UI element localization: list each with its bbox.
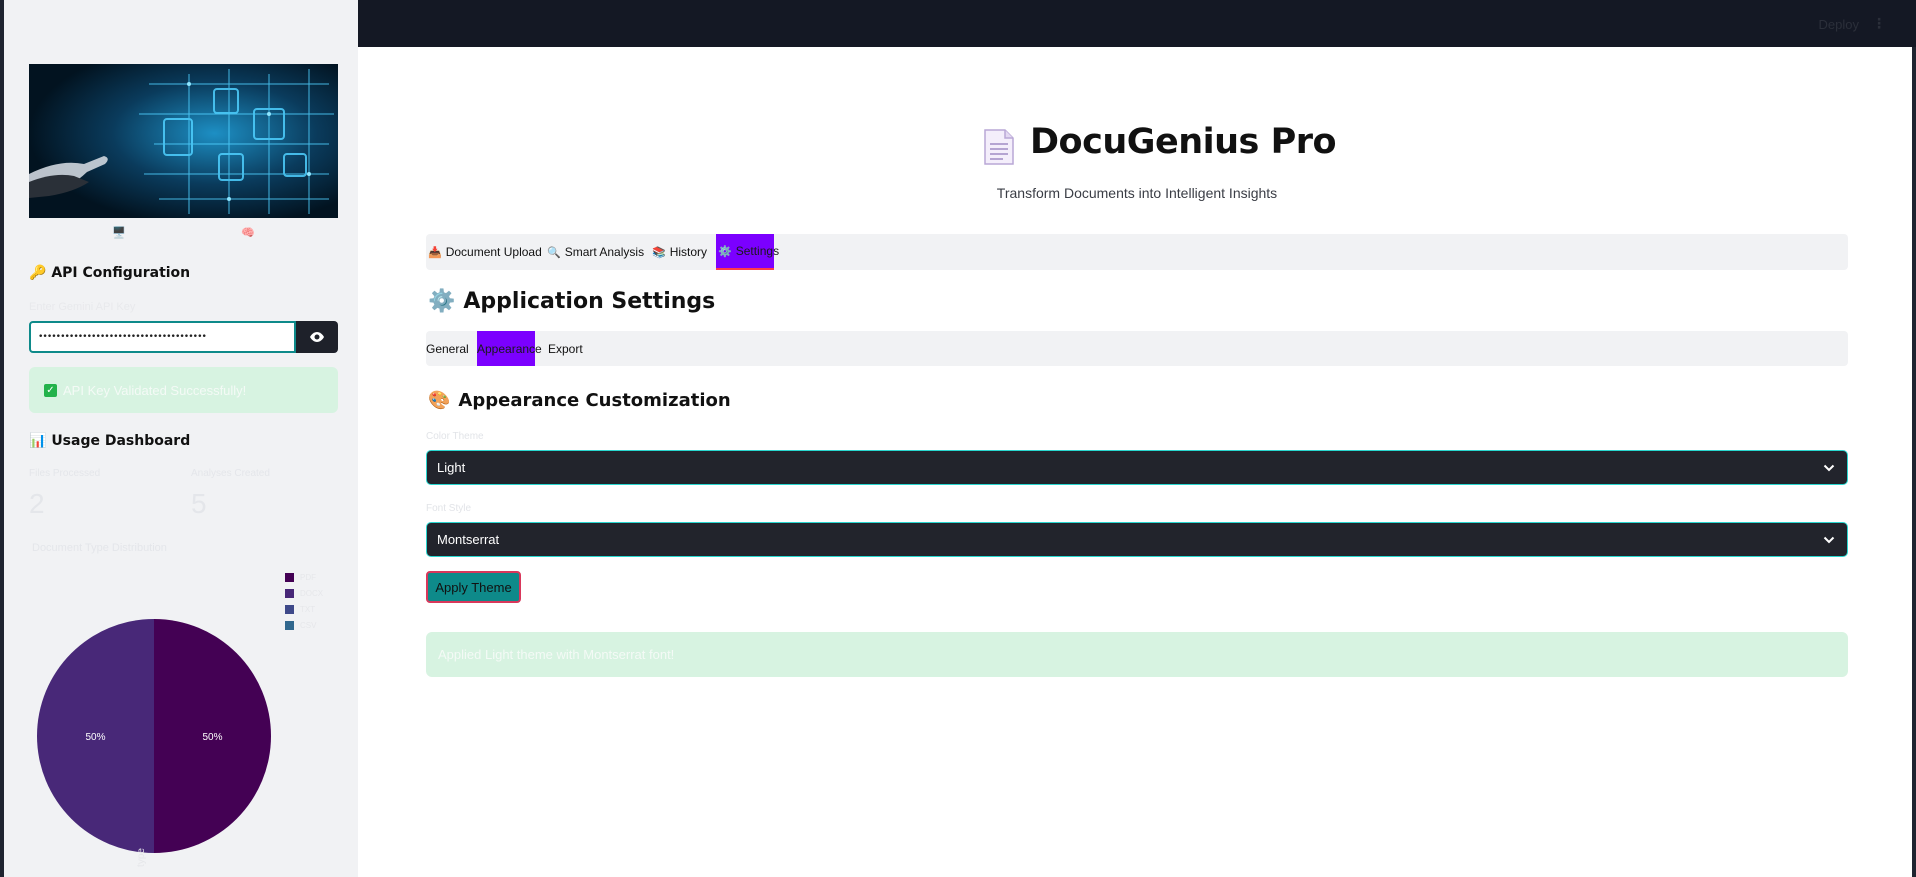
computer-icon: 🖥️	[112, 227, 126, 239]
tab-smart-analysis[interactable]: 🔍 Smart Analysis	[547, 234, 644, 270]
subtab-general[interactable]: General	[426, 331, 469, 366]
top-toolbar: Deploy ⋮	[358, 0, 1916, 47]
palette-icon: 🎨	[428, 390, 451, 411]
pie-slice-label: 50%	[85, 732, 105, 743]
metric-label: Analyses Created	[191, 468, 270, 479]
right-border	[1912, 47, 1916, 877]
apply-theme-button[interactable]: Apply Theme	[426, 571, 521, 603]
books-icon: 📚	[652, 246, 666, 259]
tab-history[interactable]: 📚 History	[652, 234, 707, 270]
chevron-down-icon	[1823, 464, 1835, 471]
bar-chart-icon: 📊	[29, 433, 47, 449]
api-key-row: ••••••••••••••••••••••••••••••••••••••	[29, 321, 338, 353]
subtab-appearance[interactable]: Appearance	[477, 331, 542, 366]
settings-heading: ⚙️ Application Settings	[428, 289, 716, 314]
api-success-alert: ✓ API Key Validated Successfully!	[29, 367, 338, 413]
distribution-chart-title: Document Type Distribution	[32, 542, 167, 554]
check-icon: ✓	[44, 383, 57, 397]
legend-item[interactable]: TXT	[285, 601, 323, 617]
chevron-down-icon	[1823, 536, 1835, 543]
show-password-button[interactable]	[296, 321, 338, 353]
font-select-value: Montserrat	[437, 532, 500, 547]
appearance-heading: 🎨 Appearance Customization	[428, 390, 731, 411]
deploy-button[interactable]: Deploy	[1819, 17, 1859, 32]
sidebar-mini-icons: 🖥️ 🧠	[112, 226, 255, 240]
usage-dashboard-heading: 📊 Usage Dashboard	[29, 433, 191, 449]
theme-label: Color Theme	[426, 431, 484, 442]
main-tabs: 📥 Document Upload 🔍 Smart Analysis 📚 Histor…	[426, 234, 1848, 270]
brain-icon: 🧠	[241, 227, 255, 239]
subtab-export[interactable]: Export	[548, 331, 583, 366]
gear-icon: ⚙️	[428, 289, 456, 314]
font-select[interactable]: Montserrat	[426, 522, 1848, 557]
app-title: DocuGenius Pro	[1030, 122, 1337, 162]
gear-icon: ⚙️	[718, 245, 732, 258]
tab-document-upload[interactable]: 📥 Document Upload	[428, 234, 542, 270]
app-subtitle: Transform Documents into Intelligent Ins…	[996, 185, 1278, 201]
legend-item[interactable]: PDF	[285, 569, 323, 585]
sidebar: 🖥️ 🧠 🔑 API Configuration Enter Gemini AP…	[0, 0, 358, 877]
chart-legend: PDF DOCX TXT CSV	[285, 569, 323, 633]
api-key-label: Enter Gemini API Key	[29, 301, 136, 313]
theme-select-value: Light	[437, 460, 466, 475]
document-type-pie-chart: 50% 50%	[37, 619, 271, 853]
settings-subtabs: General Appearance Export	[426, 331, 1848, 366]
magnifier-icon: 🔍	[547, 246, 561, 259]
metric-label: Files Processed	[29, 468, 101, 479]
tab-settings[interactable]: ⚙️ Settings	[716, 234, 779, 270]
kebab-menu-icon[interactable]: ⋮	[1872, 15, 1886, 32]
font-label: Font Style	[426, 503, 472, 514]
pie-slice-label: 50%	[202, 732, 222, 743]
inbox-tray-icon: 📥	[428, 246, 442, 259]
theme-success-alert: Applied Light theme with Montserrat font…	[426, 632, 1848, 677]
api-key-input[interactable]: ••••••••••••••••••••••••••••••••••••••	[29, 321, 296, 353]
eye-icon	[310, 332, 324, 342]
legend-item[interactable]: CSV	[285, 617, 323, 633]
theme-select[interactable]: Light	[426, 450, 1848, 485]
document-icon	[983, 128, 1015, 171]
key-icon: 🔑	[29, 265, 47, 281]
api-config-heading: 🔑 API Configuration	[29, 265, 191, 281]
legend-item[interactable]: DOCX	[285, 585, 323, 601]
metric-value: 2	[29, 488, 45, 519]
metric-value: 5	[191, 488, 207, 519]
pie-axis-label: type	[135, 848, 147, 867]
